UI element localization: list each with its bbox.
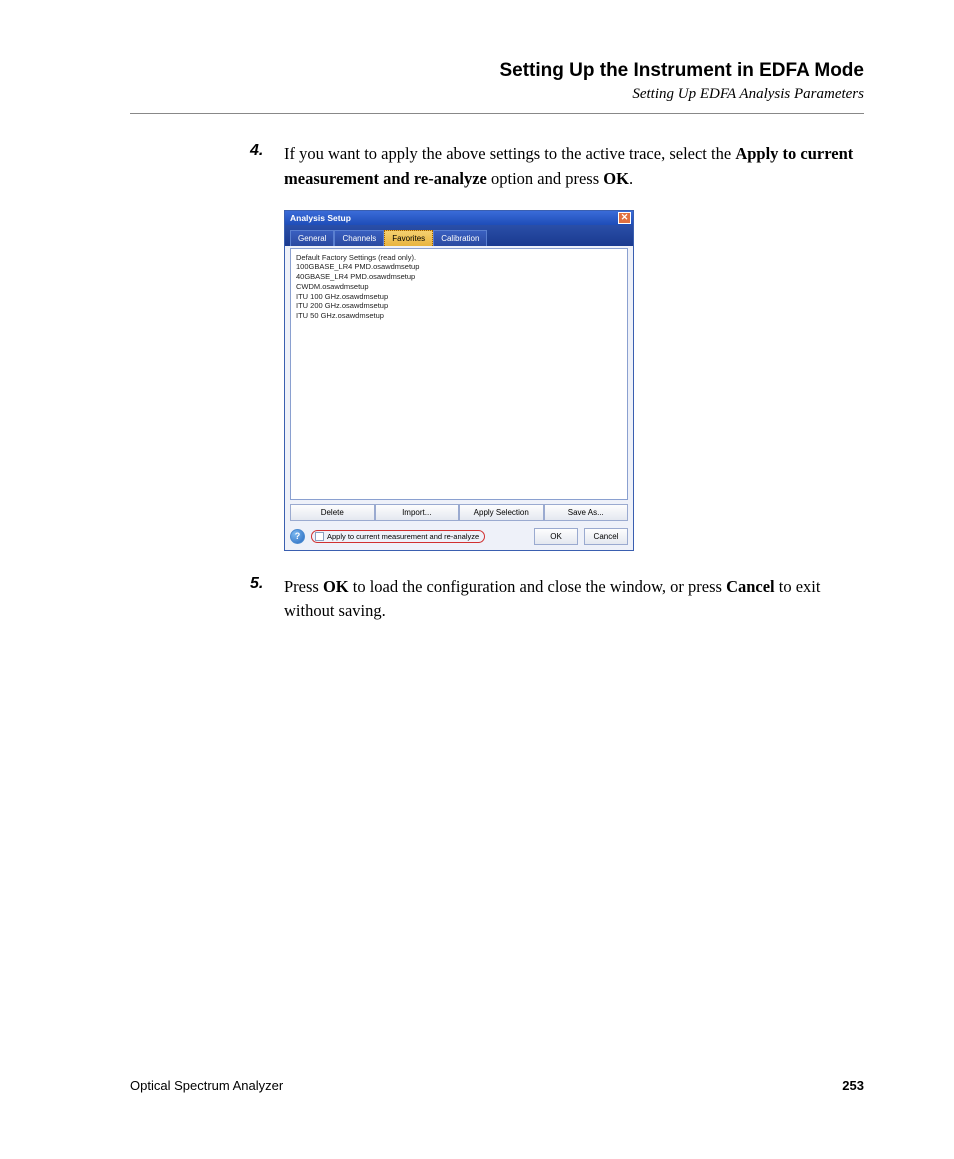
list-item[interactable]: Default Factory Settings (read only). — [296, 253, 622, 263]
analysis-setup-dialog: Analysis Setup ✕ General Channels Favori… — [284, 210, 634, 551]
page-header: Setting Up the Instrument in EDFA Mode S… — [130, 60, 864, 103]
dialog-screenshot: Analysis Setup ✕ General Channels Favori… — [130, 210, 864, 551]
step-text: Press OK to load the configuration and c… — [284, 575, 864, 625]
apply-selection-button[interactable]: Apply Selection — [459, 504, 544, 521]
dialog-title: Analysis Setup — [290, 213, 351, 223]
page-footer: Optical Spectrum Analyzer 253 — [130, 1078, 864, 1093]
bottom-row: ? Apply to current measurement and re-an… — [285, 525, 633, 550]
header-rule — [130, 113, 864, 114]
tab-calibration[interactable]: Calibration — [433, 230, 487, 246]
list-item[interactable]: ITU 50 GHz.osawdmsetup — [296, 311, 622, 321]
button-row: Delete Import... Apply Selection Save As… — [285, 504, 633, 525]
list-item[interactable]: ITU 200 GHz.osawdmsetup — [296, 301, 622, 311]
list-item[interactable]: ITU 100 GHz.osawdmsetup — [296, 292, 622, 302]
list-item[interactable]: 40GBASE_LR4 PMD.osawdmsetup — [296, 272, 622, 282]
delete-button[interactable]: Delete — [290, 504, 375, 521]
dialog-tabs: General Channels Favorites Calibration — [285, 225, 633, 246]
dialog-titlebar[interactable]: Analysis Setup ✕ — [285, 211, 633, 225]
footer-product: Optical Spectrum Analyzer — [130, 1078, 283, 1093]
close-icon[interactable]: ✕ — [618, 212, 631, 224]
step-number: 4. — [250, 142, 284, 192]
step-4: 4. If you want to apply the above settin… — [130, 142, 864, 192]
list-item[interactable]: 100GBASE_LR4 PMD.osawdmsetup — [296, 262, 622, 272]
tab-general[interactable]: General — [290, 230, 334, 246]
header-title: Setting Up the Instrument in EDFA Mode — [130, 60, 864, 82]
tab-favorites[interactable]: Favorites — [384, 230, 433, 246]
ok-button[interactable]: OK — [534, 528, 578, 545]
step-text: If you want to apply the above settings … — [284, 142, 864, 192]
step-5: 5. Press OK to load the configuration an… — [130, 575, 864, 625]
checkbox-label: Apply to current measurement and re-anal… — [327, 532, 479, 541]
cancel-button[interactable]: Cancel — [584, 528, 628, 545]
list-item[interactable]: CWDM.osawdmsetup — [296, 282, 622, 292]
save-as-button[interactable]: Save As... — [544, 504, 629, 521]
page-number: 253 — [842, 1078, 864, 1093]
checkbox-icon[interactable] — [315, 532, 324, 541]
help-icon[interactable]: ? — [290, 529, 305, 544]
tab-channels[interactable]: Channels — [334, 230, 384, 246]
import-button[interactable]: Import... — [375, 504, 460, 521]
apply-checkbox-area[interactable]: Apply to current measurement and re-anal… — [311, 530, 485, 543]
favorites-list[interactable]: Default Factory Settings (read only). 10… — [290, 248, 628, 500]
step-number: 5. — [250, 575, 284, 625]
header-subtitle: Setting Up EDFA Analysis Parameters — [130, 86, 864, 103]
